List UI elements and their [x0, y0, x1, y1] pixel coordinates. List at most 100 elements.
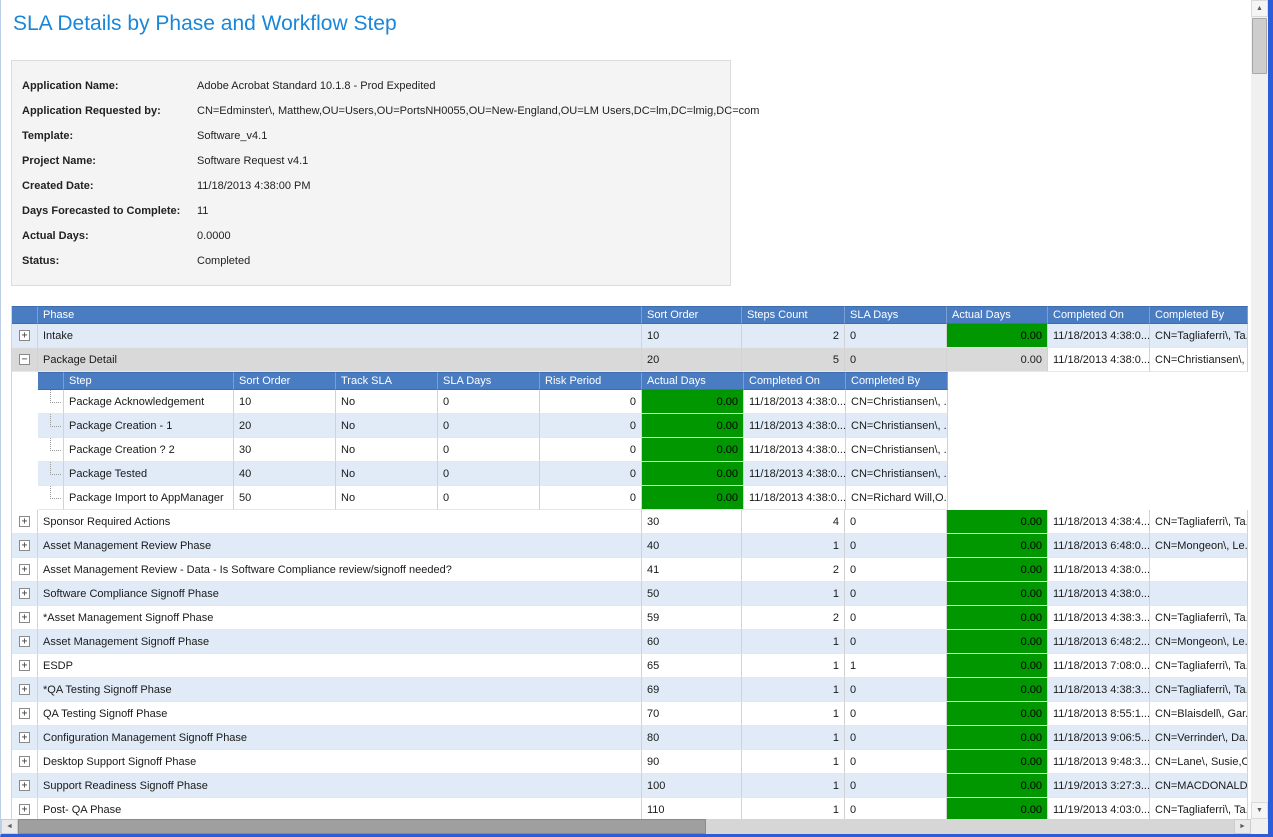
expand-icon[interactable]: + [19, 684, 30, 695]
tree-line-icon [50, 438, 61, 451]
expand-icon[interactable]: + [19, 708, 30, 719]
steps-count-cell: 2 [742, 606, 845, 630]
completed-on-cell: 11/18/2013 9:06:5... [1048, 726, 1150, 750]
expand-icon[interactable]: + [19, 660, 30, 671]
scroll-up-button[interactable]: ▲ [1251, 0, 1268, 17]
expand-cell: + [12, 798, 38, 819]
risk-period-cell: 0 [540, 414, 642, 438]
actual-days-cell: 0.00 [947, 702, 1048, 726]
phase-cell: Support Readiness Signoff Phase [38, 774, 642, 798]
expand-cell: + [12, 750, 38, 774]
tree-line-icon [50, 414, 61, 427]
sort-order-cell: 100 [642, 774, 742, 798]
sla-days-cell: 0 [845, 678, 947, 702]
step-col-header-sla-days: SLA Days [438, 372, 540, 390]
col-header-expand [12, 306, 38, 324]
steps-count-cell: 1 [742, 678, 845, 702]
step-col-header-actual-days: Actual Days [642, 372, 744, 390]
completed-on-cell: 11/18/2013 4:38:0... [744, 462, 846, 486]
track-sla-cell: No [336, 438, 438, 462]
completed-by-cell: CN=Verrinder\, Da... [1150, 726, 1248, 750]
info-row: Application Requested by:CN=Edminster\, … [22, 98, 720, 123]
sort-order-cell: 90 [642, 750, 742, 774]
phase-cell: Asset Management Review - Data - Is Soft… [38, 558, 642, 582]
sort-order-cell: 50 [234, 486, 336, 510]
info-label: Project Name: [22, 155, 185, 167]
info-value: 11/18/2013 4:38:00 PM [197, 180, 311, 192]
sort-order-cell: 40 [234, 462, 336, 486]
expand-cell: + [12, 558, 38, 582]
expand-icon[interactable]: + [19, 588, 30, 599]
info-label: Application Requested by: [22, 105, 185, 117]
actual-days-cell: 0.00 [642, 486, 744, 510]
step-col-header-expand [38, 372, 64, 390]
scroll-down-button[interactable]: ▼ [1251, 802, 1268, 819]
step-col-header-sort-order: Sort Order [234, 372, 336, 390]
step-table: StepSort OrderTrack SLASLA DaysRisk Peri… [38, 372, 948, 510]
collapse-icon[interactable]: − [19, 354, 30, 365]
expand-icon[interactable]: + [19, 804, 30, 815]
completed-by-cell [1150, 582, 1248, 606]
completed-by-cell: CN=Tagliaferri\, Ta... [1150, 678, 1248, 702]
actual-days-cell: 0.00 [642, 390, 744, 414]
tree-line-icon [50, 486, 61, 499]
sort-order-cell: 30 [234, 438, 336, 462]
steps-count-cell: 2 [742, 558, 845, 582]
tree-line-icon [50, 390, 61, 403]
info-row: Project Name:Software Request v4.1 [22, 148, 720, 173]
phase-row: + Asset Management Review - Data - Is Sof… [12, 558, 1248, 582]
sla-days-cell: 0 [845, 774, 947, 798]
col-header-completed-by: Completed By [1150, 306, 1248, 324]
actual-days-cell: 0.00 [642, 414, 744, 438]
horizontal-scrollbar[interactable]: ◄ ► [1, 819, 1251, 834]
completed-by-cell: CN=Tagliaferri\, Ta... [1150, 606, 1248, 630]
actual-days-cell: 0.00 [947, 582, 1048, 606]
horizontal-scroll-thumb[interactable] [18, 819, 706, 834]
info-value: 11 [197, 205, 208, 217]
expand-cell: + [12, 726, 38, 750]
info-label: Actual Days: [22, 230, 185, 242]
scroll-right-button[interactable]: ► [1234, 819, 1251, 834]
info-row: Status:Completed [22, 248, 720, 273]
page-title: SLA Details by Phase and Workflow Step [13, 12, 1251, 36]
steps-count-cell: 1 [742, 534, 845, 558]
scroll-right-icon: ► [1239, 823, 1246, 830]
expand-icon[interactable]: + [19, 612, 30, 623]
expand-icon[interactable]: + [19, 516, 30, 527]
completed-on-cell: 11/18/2013 4:38:0... [744, 438, 846, 462]
expand-icon[interactable]: + [19, 756, 30, 767]
sort-order-cell: 40 [642, 534, 742, 558]
sort-order-cell: 70 [642, 702, 742, 726]
actual-days-cell: 0.00 [947, 774, 1048, 798]
phase-row: +*Asset Management Signoff Phase59200.00… [12, 606, 1248, 630]
report-info-box: Application Name:Adobe Acrobat Standard … [11, 60, 731, 286]
sla-days-cell: 0 [438, 486, 540, 510]
expand-icon[interactable]: + [19, 636, 30, 647]
expand-icon[interactable]: + [19, 564, 30, 575]
completed-on-cell: 11/18/2013 7:08:0... [1048, 654, 1150, 678]
sla-days-cell: 0 [438, 438, 540, 462]
step-row: Package Creation - 120No000.0011/18/2013… [38, 414, 948, 438]
info-label: Application Name: [22, 80, 185, 92]
track-sla-cell: No [336, 486, 438, 510]
expand-icon[interactable]: + [19, 540, 30, 551]
expand-icon[interactable]: + [19, 780, 30, 791]
step-col-header-step: Step [64, 372, 234, 390]
vertical-scrollbar[interactable]: ▲ ▼ [1251, 0, 1268, 819]
sort-order-cell: 80 [642, 726, 742, 750]
sla-days-cell: 0 [438, 414, 540, 438]
expand-icon[interactable]: + [19, 732, 30, 743]
sla-days-cell: 0 [438, 390, 540, 414]
col-header-actual-days: Actual Days [947, 306, 1048, 324]
scroll-left-button[interactable]: ◄ [1, 819, 18, 834]
sort-order-cell: 65 [642, 654, 742, 678]
vertical-scroll-thumb[interactable] [1252, 18, 1267, 74]
phase-row: +ESDP65110.0011/18/2013 7:08:0...CN=Tagl… [12, 654, 1248, 678]
phase-cell: Software Compliance Signoff Phase [38, 582, 642, 606]
completed-by-cell: CN=Tagliaferri\, Ta... [1150, 654, 1248, 678]
info-label: Created Date: [22, 180, 185, 192]
completed-on-cell: 11/18/2013 4:38:0... [1048, 348, 1150, 372]
expand-cell: + [12, 534, 38, 558]
expand-icon[interactable]: + [19, 330, 30, 341]
info-row: Template:Software_v4.1 [22, 123, 720, 148]
